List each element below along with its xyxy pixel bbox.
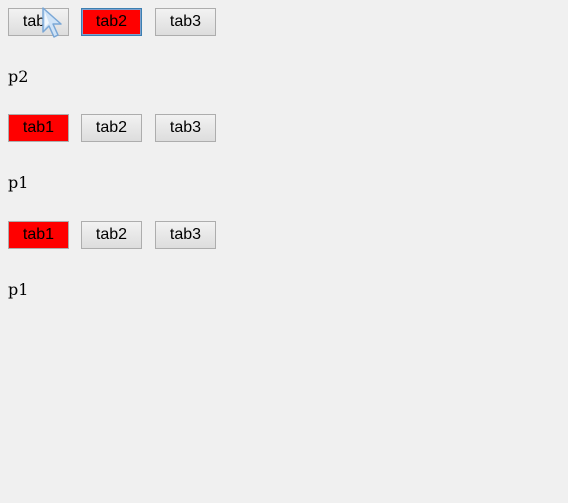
tab-1[interactable]: tab1 (8, 221, 69, 249)
tab-2[interactable]: tab2 (81, 8, 142, 36)
tab-3[interactable]: tab3 (155, 8, 216, 36)
tab-1[interactable]: tab1 (8, 8, 69, 36)
tab-panel-1: p2 (8, 67, 29, 86)
tab-2[interactable]: tab2 (81, 221, 142, 249)
tab-2[interactable]: tab2 (81, 114, 142, 142)
tab-panel-3: p1 (8, 280, 29, 299)
tab-1[interactable]: tab1 (8, 114, 69, 142)
tab-3[interactable]: tab3 (155, 221, 216, 249)
tab-3[interactable]: tab3 (155, 114, 216, 142)
tab-panel-2: p1 (8, 173, 29, 192)
